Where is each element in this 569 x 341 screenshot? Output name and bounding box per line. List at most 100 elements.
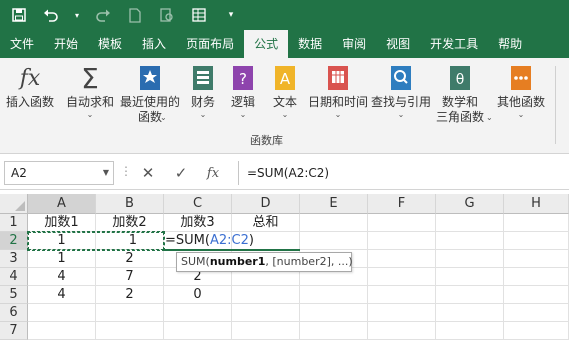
- column-header-a[interactable]: A: [28, 194, 96, 214]
- cell-b1[interactable]: 加数2: [96, 214, 164, 232]
- grid-cell[interactable]: [28, 304, 96, 322]
- grid-cell[interactable]: [504, 214, 569, 232]
- cell-d1[interactable]: 总和: [232, 214, 300, 232]
- grid-cell[interactable]: [300, 214, 368, 232]
- tab-template[interactable]: 模板: [88, 30, 132, 58]
- column-header-h[interactable]: H: [504, 194, 569, 214]
- column-header-g[interactable]: G: [436, 194, 504, 214]
- cell-c1[interactable]: 加数3: [164, 214, 232, 232]
- cancel-button[interactable]: ✕: [137, 162, 159, 184]
- grid-cell[interactable]: [504, 250, 569, 268]
- row-header-6[interactable]: 6: [0, 304, 28, 322]
- insert-function-fx-button[interactable]: fx: [202, 162, 224, 184]
- grid-cell[interactable]: [436, 214, 504, 232]
- grid-cell[interactable]: [436, 232, 504, 250]
- cell-b3[interactable]: 2: [96, 250, 164, 268]
- tab-view[interactable]: 视图: [376, 30, 420, 58]
- save-icon[interactable]: [10, 6, 28, 24]
- grid-cell[interactable]: [300, 304, 368, 322]
- customize-qat-icon[interactable]: ▾: [222, 6, 240, 24]
- grid-cell[interactable]: [504, 322, 569, 340]
- grid-cell[interactable]: [368, 322, 436, 340]
- date-time-button[interactable]: 日期和时间 ⌄: [308, 64, 368, 120]
- print-preview-icon[interactable]: [158, 6, 176, 24]
- financial-button[interactable]: 财务 ⌄: [190, 64, 216, 120]
- column-header-b[interactable]: B: [96, 194, 164, 214]
- formula-bar-grip-icon[interactable]: ⋮: [120, 164, 132, 178]
- grid-cell[interactable]: [300, 286, 368, 304]
- recently-used-button[interactable]: 最近使用的 函数: [120, 64, 180, 125]
- grid-cell[interactable]: [436, 304, 504, 322]
- text-button[interactable]: A 文本 ⌄: [272, 64, 298, 120]
- grid-cell[interactable]: [368, 304, 436, 322]
- cell-b5[interactable]: 2: [96, 286, 164, 304]
- logical-button[interactable]: ? 逻辑 ⌄: [230, 64, 256, 120]
- tab-developer[interactable]: 开发工具: [420, 30, 488, 58]
- grid-cell[interactable]: [164, 322, 232, 340]
- more-functions-button[interactable]: 其他函数 ⌄: [497, 64, 545, 120]
- name-box[interactable]: A2 ▼: [4, 161, 114, 185]
- tab-page-layout[interactable]: 页面布局: [176, 30, 244, 58]
- cell-c5[interactable]: 0: [164, 286, 232, 304]
- function-argument-tooltip[interactable]: SUM(number1, [number2], ...): [176, 252, 353, 272]
- select-all-corner[interactable]: [0, 194, 28, 214]
- undo-icon[interactable]: [42, 6, 60, 24]
- redo-icon[interactable]: [94, 6, 112, 24]
- tab-home[interactable]: 开始: [44, 30, 88, 58]
- grid-cell[interactable]: [96, 304, 164, 322]
- grid-cell[interactable]: [504, 286, 569, 304]
- grid-cell[interactable]: [96, 322, 164, 340]
- grid-cell[interactable]: [232, 322, 300, 340]
- form-icon[interactable]: [190, 6, 208, 24]
- grid-cell[interactable]: [368, 214, 436, 232]
- row-header-3[interactable]: 3: [0, 250, 28, 268]
- grid-cell[interactable]: [300, 232, 368, 250]
- cell-b4[interactable]: 7: [96, 268, 164, 286]
- grid-cell[interactable]: [436, 250, 504, 268]
- lookup-reference-button[interactable]: 查找与引用 ⌄: [371, 64, 431, 120]
- grid-cell[interactable]: [300, 322, 368, 340]
- column-header-d[interactable]: D: [232, 194, 300, 214]
- column-header-e[interactable]: E: [300, 194, 368, 214]
- cell-a3[interactable]: 1: [28, 250, 96, 268]
- chevron-down-icon[interactable]: ▼: [103, 162, 109, 184]
- grid-cell[interactable]: [436, 322, 504, 340]
- cell-a4[interactable]: 4: [28, 268, 96, 286]
- grid-cell[interactable]: [436, 268, 504, 286]
- grid-cell[interactable]: [28, 322, 96, 340]
- insert-function-button[interactable]: fx 插入函数: [6, 64, 54, 110]
- column-header-f[interactable]: F: [368, 194, 436, 214]
- grid-cell[interactable]: [504, 304, 569, 322]
- grid-cell[interactable]: [368, 286, 436, 304]
- tab-formulas[interactable]: 公式: [244, 30, 289, 58]
- grid-cell[interactable]: [504, 268, 569, 286]
- cell-c2-editing[interactable]: =SUM(A2:C2): [165, 232, 254, 250]
- grid-cell[interactable]: [368, 250, 436, 268]
- tooltip-current-arg[interactable]: number1: [210, 255, 266, 268]
- grid-cell[interactable]: [232, 286, 300, 304]
- enter-button[interactable]: ✓: [170, 162, 192, 184]
- tab-insert[interactable]: 插入: [132, 30, 176, 58]
- row-header-1[interactable]: 1: [0, 214, 28, 232]
- row-header-2[interactable]: 2: [0, 232, 28, 250]
- new-file-icon[interactable]: [126, 6, 144, 24]
- grid-cell[interactable]: [164, 304, 232, 322]
- grid-cell[interactable]: [368, 232, 436, 250]
- grid-cell[interactable]: [436, 286, 504, 304]
- row-header-5[interactable]: 5: [0, 286, 28, 304]
- cell-a5[interactable]: 4: [28, 286, 96, 304]
- math-trig-button[interactable]: θ 数学和 三角函数: [436, 64, 484, 125]
- tab-review[interactable]: 审阅: [332, 30, 376, 58]
- grid-cell[interactable]: [368, 268, 436, 286]
- tab-file[interactable]: 文件: [0, 30, 44, 58]
- autosum-button[interactable]: Σ 自动求和 ⌄: [66, 64, 114, 120]
- column-header-c[interactable]: C: [164, 194, 232, 214]
- grid-cell[interactable]: [232, 304, 300, 322]
- row-header-4[interactable]: 4: [0, 268, 28, 286]
- cell-a1[interactable]: 加数1: [28, 214, 96, 232]
- tab-data[interactable]: 数据: [288, 30, 332, 58]
- undo-dropdown-icon[interactable]: ▾: [74, 6, 80, 24]
- grid-cell[interactable]: [504, 232, 569, 250]
- tab-help[interactable]: 帮助: [488, 30, 532, 58]
- row-header-7[interactable]: 7: [0, 322, 28, 340]
